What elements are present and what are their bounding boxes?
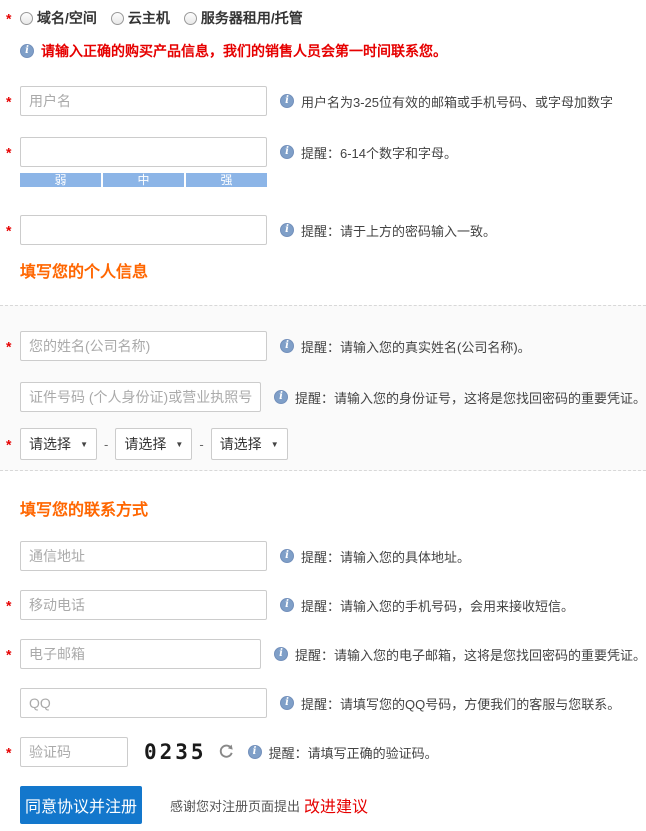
info-icon: i [280,598,294,612]
personal-info-section: * i 提醒：请输入您的真实姓名(公司名称)。 i 提醒：请输入您的身份证号，这… [0,305,646,471]
thanks-text: 感谢您对注册页面提出 [170,798,301,814]
hint-text: 提醒：请于上方的密码输入一致。 [301,223,497,239]
required-mark: * [6,338,12,355]
username-row: * i 用户名为3-25位有效的邮箱或手机号码、或字母加数字 [0,85,646,117]
required-mark: * [6,597,12,614]
mobile-row: * i 提醒：请输入您的手机号码，会用来接收短信。 [0,589,646,621]
hint-text: 提醒：请填写正确的验证码。 [268,745,438,761]
info-icon: i [280,696,294,710]
chevron-down-icon: ▼ [80,439,88,449]
name-input[interactable] [20,331,267,361]
required-mark: * [6,222,12,239]
radio-label[interactable]: 域名/空间 [37,8,97,28]
hint-text: 提醒：请输入您的手机号码，会用来接收短信。 [301,598,575,614]
hint-text: 提醒：请输入您的具体地址。 [301,549,471,565]
dropdown-value[interactable]: 请选择 [124,434,166,454]
required-mark: * [6,144,12,161]
strength-medium: 中 [103,173,184,187]
notice-row: i 请输入正确的购买产品信息，我们的销售人员会第一时间联系您。 [0,40,646,62]
dropdown-value[interactable]: 请选择 [220,434,262,454]
radio-option-server-rental[interactable]: 服务器租用/托管 [183,8,303,28]
email-row: * i 提醒：请输入您的电子邮箱，这将是您找回密码的重要凭证。 [0,638,646,670]
name-hint: i 提醒：请输入您的真实姓名(公司名称)。 [280,337,531,356]
strength-weak: 弱 [20,173,101,187]
radio-option-cloud-host[interactable]: 云主机 [110,8,170,28]
info-icon: i [20,44,34,58]
username-hint: i 用户名为3-25位有效的邮箱或手机号码、或字母加数字 [280,92,613,111]
qq-hint: i 提醒：请填写您的QQ号码，方便我们的客服与您联系。 [280,694,620,713]
radio-label[interactable]: 服务器租用/托管 [201,8,303,28]
password-row: * i 提醒：6-14个数字和字母。 [0,136,646,168]
required-mark: * [6,646,12,663]
id-number-input[interactable] [20,382,261,412]
required-mark: * [6,10,12,27]
info-icon: i [280,145,294,159]
mobile-input[interactable] [20,590,267,620]
radio-option-domain[interactable]: 域名/空间 [20,8,97,28]
hint-text: 用户名为3-25位有效的邮箱或手机号码、或字母加数字 [301,94,614,110]
address-row: i 提醒：请输入您的具体地址。 [0,540,646,572]
password-strength-meter: 弱 中 强 [20,173,267,187]
info-icon: i [280,223,294,237]
confirm-password-hint: i 提醒：请于上方的密码输入一致。 [280,221,496,240]
required-mark: * [6,93,12,110]
hint-text: 提醒：请输入您的电子邮箱，这将是您找回密码的重要凭证。 [294,647,646,663]
product-type-row: * 域名/空间 云主机 服务器租用/托管 [0,6,646,30]
info-icon: i [280,94,294,108]
name-row: * i 提醒：请输入您的真实姓名(公司名称)。 [0,330,646,362]
info-icon: i [273,390,288,404]
radio-icon[interactable] [20,11,33,25]
radio-label[interactable]: 云主机 [128,8,170,28]
improvement-suggestion-link[interactable]: 改进建议 [304,793,368,817]
captcha-row: * 0235 i 提醒：请填写正确的验证码。 [0,736,646,768]
radio-icon[interactable] [183,11,197,25]
password-input[interactable] [20,137,267,167]
hint-text: 提醒：6-14个数字和字母。 [301,145,458,161]
date-select-row: * 请选择 ▼ - 请选择 ▼ - 请选择 ▼ [0,428,646,460]
captcha-hint: i 提醒：请填写正确的验证码。 [247,743,438,762]
info-icon: i [247,745,262,759]
contact-info-title: 填写您的联系方式 [20,502,149,519]
register-button[interactable]: 同意协议并注册 [20,786,142,824]
separator: - [199,436,204,452]
radio-icon[interactable] [110,11,124,25]
required-mark: * [6,436,12,453]
confirm-password-row: * i 提醒：请于上方的密码输入一致。 [0,214,646,246]
footer-row: 同意协议并注册 感谢您对注册页面提出 改进建议 [0,785,646,825]
separator: - [104,436,109,452]
dropdown-2[interactable]: 请选择 ▼ [115,428,193,460]
notice-text: 请输入正确的购买产品信息，我们的销售人员会第一时间联系您。 [41,43,447,59]
dropdown-1[interactable]: 请选择 ▼ [20,428,97,460]
email-hint: i 提醒：请输入您的电子邮箱，这将是您找回密码的重要凭证。 [273,645,646,664]
id-number-hint: i 提醒：请输入您的身份证号，这将是您找回密码的重要凭证。 [273,388,646,407]
info-icon: i [280,339,294,353]
qq-input[interactable] [20,688,267,718]
username-input[interactable] [20,86,267,116]
hint-text: 提醒：请填写您的QQ号码，方便我们的客服与您联系。 [301,696,621,712]
chevron-down-icon: ▼ [270,439,279,449]
personal-info-title: 填写您的个人信息 [20,264,149,281]
hint-text: 提醒：请输入您的身份证号，这将是您找回密码的重要凭证。 [294,390,646,406]
address-hint: i 提醒：请输入您的具体地址。 [280,547,470,566]
required-mark: * [6,744,12,761]
hint-text: 提醒：请输入您的真实姓名(公司名称)。 [301,339,531,355]
strength-strong: 强 [186,173,267,187]
info-icon: i [280,549,294,563]
refresh-captcha-icon[interactable] [217,743,235,761]
address-input[interactable] [20,541,267,571]
dropdown-3[interactable]: 请选择 ▼ [210,428,288,460]
password-hint: i 提醒：6-14个数字和字母。 [280,143,457,162]
confirm-password-input[interactable] [20,215,267,245]
mobile-hint: i 提醒：请输入您的手机号码，会用来接收短信。 [280,596,574,615]
info-icon: i [273,647,288,661]
captcha-input[interactable] [20,737,128,767]
captcha-image: 0235 [144,740,207,764]
chevron-down-icon: ▼ [175,439,184,449]
qq-row: i 提醒：请填写您的QQ号码，方便我们的客服与您联系。 [0,687,646,719]
email-input[interactable] [20,639,261,669]
id-number-row: i 提醒：请输入您的身份证号，这将是您找回密码的重要凭证。 [0,381,646,413]
dropdown-value[interactable]: 请选择 [29,434,71,454]
